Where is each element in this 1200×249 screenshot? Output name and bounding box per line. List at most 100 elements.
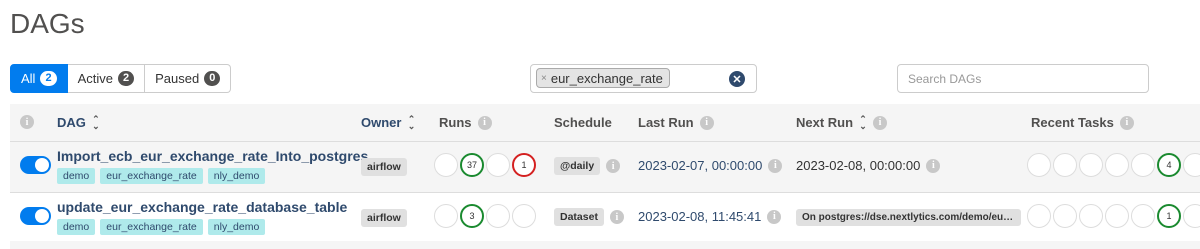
last-run-link[interactable]: 2023-02-07, 00:00:00 xyxy=(638,158,762,173)
clear-filter-icon[interactable]: ✕ xyxy=(729,71,745,87)
task-state-circle[interactable] xyxy=(1053,153,1077,177)
recent-tasks-circles: 4 xyxy=(1027,153,1200,177)
sort-icon: ⌃ ⌄ xyxy=(859,113,867,131)
task-state-circle[interactable] xyxy=(1053,204,1077,228)
th-owner-label: Owner xyxy=(361,115,402,130)
task-state-circle[interactable] xyxy=(1079,153,1103,177)
next-run-dataset-badge[interactable]: On postgres://dse.nextlytics.com/demo/eu… xyxy=(796,209,1021,226)
dag-tags: demo eur_exchange_rate nly_demo xyxy=(57,219,266,235)
runs-circles: 3 xyxy=(434,204,536,228)
run-success-circle[interactable]: 3 xyxy=(460,204,484,228)
pause-toggle[interactable] xyxy=(20,207,51,225)
run-state-circle[interactable] xyxy=(486,153,510,177)
tag-filter-select[interactable]: × eur_exchange_rate ✕ xyxy=(530,64,757,93)
filter-active-count: 2 xyxy=(117,71,135,86)
run-state-circle[interactable] xyxy=(434,153,458,177)
run-state-circle[interactable] xyxy=(512,204,536,228)
th-recent-tasks: Recent Tasks i xyxy=(1031,115,1134,130)
task-state-circle[interactable] xyxy=(1079,204,1103,228)
run-state-circle[interactable] xyxy=(486,204,510,228)
th-next-run[interactable]: Next Run ⌃ ⌄ i xyxy=(796,113,888,131)
tag-badge[interactable]: nly_demo xyxy=(207,168,266,184)
next-run-text: 2023-02-08, 00:00:00 xyxy=(796,158,921,173)
info-icon[interactable]: i xyxy=(609,210,624,224)
th-schedule: Schedule xyxy=(554,115,612,130)
task-state-circle[interactable] xyxy=(1027,153,1051,177)
tag-badge[interactable]: demo xyxy=(57,219,96,235)
last-run-cell: 2023-02-07, 00:00:00 i xyxy=(638,158,783,173)
info-icon[interactable]: i xyxy=(477,115,492,130)
task-state-circle[interactable] xyxy=(1131,204,1155,228)
info-icon[interactable]: i xyxy=(768,158,783,173)
owner-badge[interactable]: airflow xyxy=(361,158,407,176)
tag-badge[interactable]: demo xyxy=(57,168,96,184)
info-icon[interactable]: i xyxy=(873,115,888,130)
th-dag-label: DAG xyxy=(57,115,86,130)
th-recent-tasks-label: Recent Tasks xyxy=(1031,115,1114,130)
th-last-run-label: Last Run xyxy=(638,115,694,130)
task-state-circle[interactable] xyxy=(1027,204,1051,228)
filter-all-count: 2 xyxy=(40,71,57,86)
filter-paused-label: Paused xyxy=(155,71,200,86)
info-icon[interactable]: i xyxy=(926,158,941,173)
filter-paused-count: 0 xyxy=(204,71,221,86)
filter-all-button[interactable]: All 2 xyxy=(10,64,68,93)
dag-tags: demo eur_exchange_rate nly_demo xyxy=(57,168,266,184)
th-schedule-label: Schedule xyxy=(554,115,612,130)
th-runs-label: Runs xyxy=(439,115,472,130)
sort-icon: ⌃ ⌄ xyxy=(92,113,100,131)
filter-active-button[interactable]: Active 2 xyxy=(67,64,146,93)
dag-id-link[interactable]: update_eur_exchange_rate_database_table xyxy=(57,199,347,215)
schedule-badge: @daily xyxy=(554,157,601,175)
schedule-cell: @daily i xyxy=(554,157,621,175)
dag-id-link[interactable]: Import_ecb_eur_exchange_rate_Into_postgr… xyxy=(57,148,368,164)
sort-icon: ⌃ ⌄ xyxy=(407,113,416,131)
th-next-run-label: Next Run xyxy=(796,115,854,130)
task-success-circle[interactable]: 4 xyxy=(1157,153,1181,177)
toggle-knob xyxy=(35,209,49,223)
next-run-cell: 2023-02-08, 00:00:00 i xyxy=(796,158,941,173)
th-paused-info: i xyxy=(20,115,34,129)
tag-badge[interactable]: eur_exchange_rate xyxy=(100,219,203,235)
info-icon[interactable]: i xyxy=(1119,115,1134,130)
filter-all-label: All xyxy=(21,71,36,86)
table-row: Import_ecb_eur_exchange_rate_Into_postgr… xyxy=(10,141,1200,190)
run-success-circle[interactable]: 37 xyxy=(460,153,484,177)
tag-badge[interactable]: nly_demo xyxy=(207,219,266,235)
info-icon[interactable]: i xyxy=(699,115,714,130)
status-filter-group: All 2 Active 2 Paused 0 xyxy=(10,64,232,93)
th-dag[interactable]: DAG ⌃ ⌄ xyxy=(57,113,100,131)
filter-paused-button[interactable]: Paused 0 xyxy=(145,64,232,93)
toggle-knob xyxy=(35,158,49,172)
task-state-circle[interactable] xyxy=(1105,204,1129,228)
run-state-circle[interactable] xyxy=(434,204,458,228)
task-state-circle[interactable] xyxy=(1105,153,1129,177)
filter-active-label: Active xyxy=(77,71,113,86)
table-row: update_eur_exchange_rate_database_table … xyxy=(10,192,1200,241)
dags-table: i DAG ⌃ ⌄ Owner ⌃ ⌄ Runs i Schedule Last R… xyxy=(10,104,1200,249)
owner-badge[interactable]: airflow xyxy=(361,209,407,227)
tag-filter-chip: × eur_exchange_rate xyxy=(536,68,670,88)
info-icon[interactable]: i xyxy=(767,209,782,224)
tag-badge[interactable]: eur_exchange_rate xyxy=(100,168,203,184)
task-state-circle[interactable] xyxy=(1183,204,1200,228)
last-run-cell: 2023-02-08, 11:45:41 i xyxy=(638,209,782,224)
runs-circles: 37 1 xyxy=(434,153,536,177)
th-runs: Runs i xyxy=(439,115,492,130)
task-success-circle[interactable]: 1 xyxy=(1157,204,1181,228)
th-last-run: Last Run i xyxy=(638,115,714,130)
schedule-cell: Dataset i xyxy=(554,208,624,226)
th-owner[interactable]: Owner ⌃ ⌄ xyxy=(361,113,416,131)
last-run-link[interactable]: 2023-02-08, 11:45:41 xyxy=(638,209,761,224)
task-state-circle[interactable] xyxy=(1183,153,1200,177)
run-failed-circle[interactable]: 1 xyxy=(512,153,536,177)
info-icon[interactable]: i xyxy=(20,115,34,129)
task-state-circle[interactable] xyxy=(1131,153,1155,177)
tag-filter-chip-label: eur_exchange_rate xyxy=(550,70,663,86)
search-dags-input[interactable] xyxy=(897,64,1149,93)
remove-chip-icon[interactable]: × xyxy=(541,73,547,84)
pause-toggle[interactable] xyxy=(20,156,51,174)
page-title: DAGs xyxy=(10,8,85,39)
table-header: i DAG ⌃ ⌄ Owner ⌃ ⌄ Runs i Schedule Last R… xyxy=(10,104,1200,140)
info-icon[interactable]: i xyxy=(606,159,621,173)
